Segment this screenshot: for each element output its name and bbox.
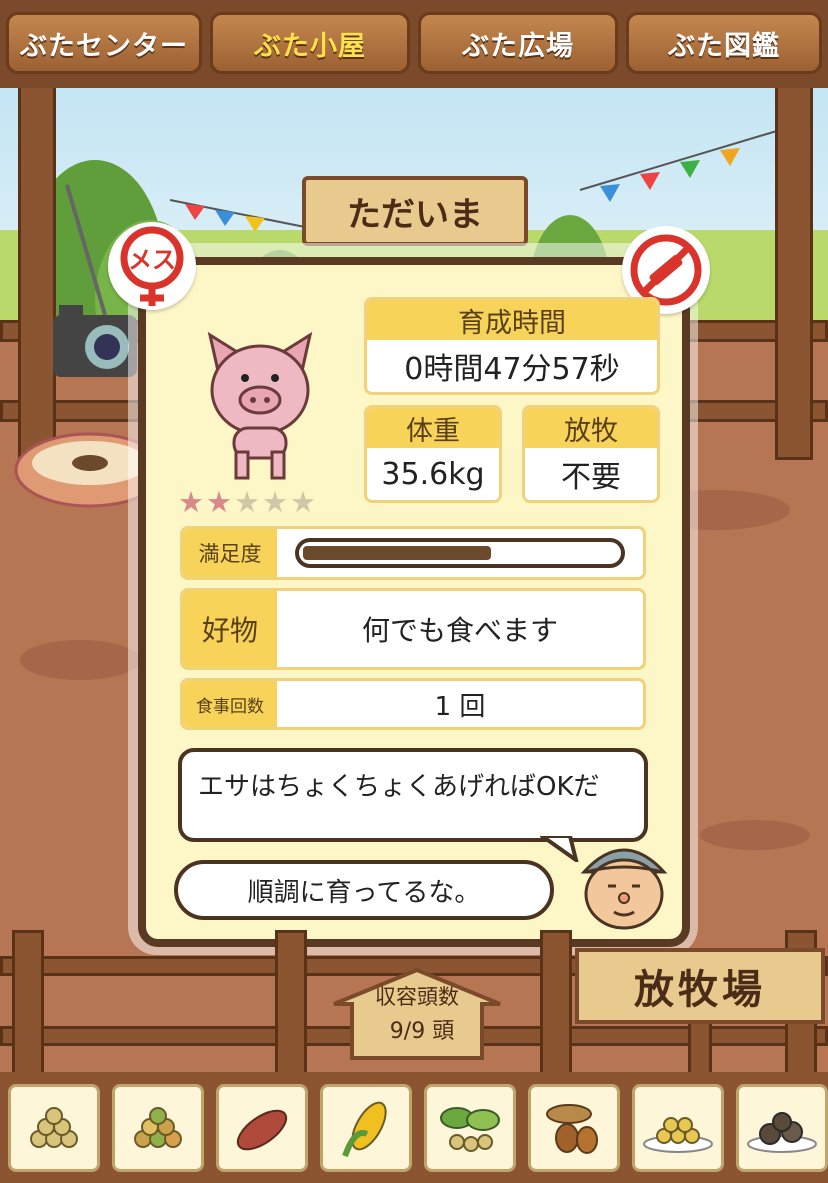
grazing-label: 放牧 (525, 408, 657, 448)
welcome-sign: ただいま (302, 176, 528, 246)
star-empty-icon: ★ (234, 485, 262, 519)
meal-count-row: 食事回数 1 回 (180, 678, 646, 730)
grazing-value: 不要 (561, 460, 621, 495)
corn-icon (342, 1101, 387, 1158)
farmer-hint-bubble: エサはちょくちょくあげればOKだ (178, 748, 648, 842)
right-gate-post (775, 80, 813, 460)
acorn-icon (546, 1104, 598, 1154)
bottom-fence-post (12, 930, 44, 1075)
food-slot-greens-nuts[interactable] (424, 1084, 516, 1172)
food-slot-meat-plate[interactable] (736, 1084, 828, 1172)
food-slot-sweet-potato[interactable] (216, 1084, 308, 1172)
sweet-potato-icon (236, 1109, 288, 1151)
ranch-sign-post (688, 1015, 712, 1075)
satisfaction-fill (303, 546, 492, 560)
satisfaction-row: 満足度 (180, 526, 646, 580)
favorite-label: 好物 (183, 591, 277, 667)
satisfaction-meter (295, 538, 625, 568)
star-filled-icon: ★ (178, 485, 206, 519)
food-slot-soybeans[interactable] (8, 1084, 100, 1172)
tab-pig-plaza[interactable]: ぶた広場 (418, 12, 618, 74)
weight-box: 体重 35.6kg (364, 405, 502, 503)
ranch-sign-button[interactable]: 放牧場 (575, 948, 825, 1024)
gender-label: メス (128, 246, 176, 274)
female-badge: メス (108, 222, 196, 310)
tab-pig-center[interactable]: ぶたセンター (6, 12, 202, 74)
tab-pig-pen[interactable]: ぶた小屋 (210, 12, 410, 74)
star-empty-icon: ★ (262, 485, 290, 519)
capacity-label: 収容頭数 (375, 985, 459, 1009)
bubble-tail (540, 836, 579, 862)
tab-pig-encyclopedia[interactable]: ぶた図鑑 (626, 12, 822, 74)
weight-label: 体重 (367, 408, 499, 448)
star-empty-icon: ★ (290, 485, 318, 519)
weight-value: 35.6kg (381, 456, 485, 492)
raise-time-value: 0時間47分57秒 (404, 352, 620, 387)
food-slot-corn[interactable] (320, 1084, 412, 1172)
satisfaction-label: 満足度 (183, 529, 277, 577)
ground-patch (20, 640, 140, 680)
meat-plate-icon (747, 1112, 817, 1153)
capacity-sign: 収容頭数 9/9 頭 (333, 968, 501, 1060)
favorite-value: 何でも食べます (361, 614, 558, 647)
soybeans-icon (30, 1107, 78, 1148)
food-slot-grain-plate[interactable] (632, 1084, 724, 1172)
food-slot-mixed-grain[interactable] (112, 1084, 204, 1172)
greens-nuts-icon (440, 1107, 500, 1152)
ground-patch (700, 820, 810, 850)
raise-time-label: 育成時間 (367, 300, 657, 340)
star-filled-icon: ★ (206, 485, 234, 519)
grazing-box: 放牧 不要 (522, 405, 660, 503)
bottom-fence-post (540, 930, 572, 1075)
mixed-grain-icon (134, 1107, 182, 1148)
meals-label: 食事回数 (183, 681, 277, 727)
farmer-avatar (580, 848, 668, 930)
favorite-food-row: 好物 何でも食べます (180, 588, 646, 670)
grain-plate-icon (643, 1117, 713, 1153)
meals-value: 1 回 (434, 691, 486, 722)
raise-time-box: 育成時間 0時間47分57秒 (364, 297, 660, 395)
female-symbol-icon: メス (120, 226, 184, 306)
pig-illustration (207, 331, 313, 480)
capacity-value: 9/9 頭 (390, 1019, 454, 1044)
rating-stars: ★★★★★ (178, 486, 348, 518)
farmer-comment-bubble: 順調に育ってるな。 (174, 860, 554, 920)
bottom-fence-post (275, 930, 307, 1075)
food-slot-acorn[interactable] (528, 1084, 620, 1172)
